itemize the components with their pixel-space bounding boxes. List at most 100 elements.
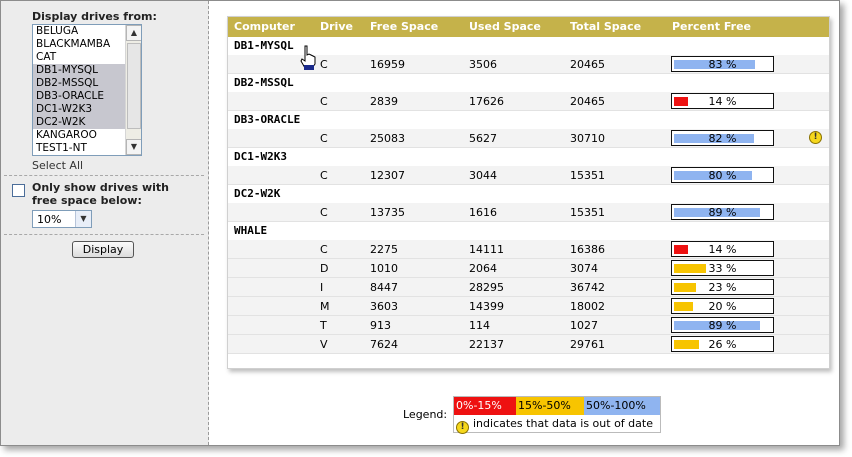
computer-name: DC1-W2K3 [234, 150, 287, 163]
table-row[interactable]: D 1010 2064 3074 33 % [228, 259, 829, 278]
table-row[interactable]: T 913 114 1027 89 % [228, 316, 829, 335]
table-row[interactable]: I 8447 28295 36742 23 % [228, 278, 829, 297]
cell-free-space: 12307 [370, 169, 405, 182]
cell-drive: D [320, 262, 329, 275]
percent-free-label: 82 % [708, 132, 737, 145]
cell-total-space: 36742 [570, 281, 605, 294]
header-computer[interactable]: Computer [234, 20, 295, 33]
computer-row[interactable]: DC1-W2K3 [228, 148, 829, 166]
cell-total-space: 3074 [570, 262, 598, 275]
header-used-space[interactable]: Used Space [469, 20, 541, 33]
computer-row[interactable]: DB1-MYSQL [228, 37, 829, 55]
percent-free-bar: 82 % [671, 130, 774, 146]
select-all-link[interactable]: Select All [32, 159, 83, 172]
server-option[interactable]: DB1-MYSQL [33, 64, 125, 77]
cell-total-space: 16386 [570, 243, 605, 256]
cell-used-space: 14111 [469, 243, 504, 256]
cell-used-space: 5627 [469, 132, 497, 145]
threshold-select[interactable]: 10% ▼ [32, 210, 92, 228]
legend-mid: 15%-50% [516, 397, 584, 415]
scroll-thumb[interactable] [127, 43, 141, 129]
table-row[interactable]: C 25083 5627 30710 82 %! [228, 129, 829, 148]
percent-free-label: 80 % [708, 169, 737, 182]
computer-name: DB1-MYSQL [234, 39, 294, 52]
cell-used-space: 28295 [469, 281, 504, 294]
cell-free-space: 3603 [370, 300, 398, 313]
server-option[interactable]: DB2-MSSQL [33, 77, 125, 90]
drive-space-table: Computer Drive Free Space Used Space Tot… [227, 16, 830, 369]
cell-free-space: 13735 [370, 206, 405, 219]
percent-free-bar: 89 % [671, 204, 774, 220]
percent-free-bar: 20 % [671, 298, 774, 314]
app-window: Display drives from: BELUGA BLACKMAMBA CAT… [0, 0, 840, 446]
legend-note-text: indicates that data is out of date [473, 417, 653, 430]
header-total-space[interactable]: Total Space [570, 20, 641, 33]
cell-free-space: 16959 [370, 58, 405, 71]
threshold-value: 10% [37, 213, 62, 226]
table-row[interactable]: C 13735 1616 15351 89 % [228, 203, 829, 222]
computer-name: DB3-ORACLE [234, 113, 301, 126]
server-option[interactable]: DC1-W2K3 [33, 103, 125, 116]
cell-free-space: 2275 [370, 243, 398, 256]
cell-total-space: 30710 [570, 132, 605, 145]
cell-free-space: 1010 [370, 262, 398, 275]
percent-free-label: 26 % [708, 338, 737, 351]
server-option[interactable]: DB3-ORACLE [33, 90, 125, 103]
cell-total-space: 29761 [570, 338, 605, 351]
computer-row[interactable]: DB2-MSSQL [228, 74, 829, 92]
percent-free-bar: 80 % [671, 167, 774, 183]
computer-row[interactable]: DC2-W2K [228, 185, 829, 203]
percent-free-bar: 83 % [671, 56, 774, 72]
server-option[interactable]: BLACKMAMBA [33, 38, 125, 51]
server-option[interactable]: BELUGA [33, 25, 125, 38]
server-option[interactable]: TEST1-NT [33, 142, 125, 155]
cell-used-space: 3506 [469, 58, 497, 71]
legend-label: Legend: [403, 408, 448, 421]
percent-free-label: 23 % [708, 281, 737, 294]
table-header: Computer Drive Free Space Used Space Tot… [228, 17, 829, 37]
table-row[interactable]: C 2275 14111 16386 14 % [228, 240, 829, 259]
cell-drive: C [320, 243, 328, 256]
percent-free-bar: 14 % [671, 93, 774, 109]
cell-used-space: 3044 [469, 169, 497, 182]
table-row[interactable]: M 3603 14399 18002 20 % [228, 297, 829, 316]
scroll-down-icon[interactable]: ▼ [126, 139, 141, 155]
cell-drive: C [320, 95, 328, 108]
chevron-down-icon[interactable]: ▼ [75, 211, 91, 227]
cell-drive: C [320, 132, 328, 145]
computer-name: DB2-MSSQL [234, 76, 294, 89]
cell-free-space: 8447 [370, 281, 398, 294]
cell-drive: I [320, 281, 324, 294]
legend: 0%-15% 15%-50% 50%-100% ! indicates that … [453, 396, 661, 434]
cell-free-space: 913 [370, 319, 391, 332]
only-show-checkbox[interactable] [12, 184, 25, 197]
listbox-scrollbar[interactable]: ▲ ▼ [125, 25, 141, 155]
computer-row[interactable]: WHALE [228, 222, 829, 240]
server-option[interactable]: CAT [33, 51, 125, 64]
cell-total-space: 1027 [570, 319, 598, 332]
cell-drive: V [320, 338, 328, 351]
table-row[interactable]: C 2839 17626 20465 14 % [228, 92, 829, 111]
header-percent-free[interactable]: Percent Free [672, 20, 751, 33]
cell-free-space: 7624 [370, 338, 398, 351]
header-free-space[interactable]: Free Space [370, 20, 438, 33]
cell-used-space: 1616 [469, 206, 497, 219]
computer-row[interactable]: DB3-ORACLE [228, 111, 829, 129]
percent-free-label: 14 % [708, 243, 737, 256]
cell-used-space: 17626 [469, 95, 504, 108]
table-row[interactable]: C 12307 3044 15351 80 % [228, 166, 829, 185]
display-button[interactable]: Display [72, 241, 134, 258]
server-option[interactable]: KANGAROO [33, 129, 125, 142]
header-drive[interactable]: Drive [320, 20, 353, 33]
cell-total-space: 15351 [570, 206, 605, 219]
table-row[interactable]: C 16959 3506 20465 83 % [228, 55, 829, 74]
table-row[interactable]: V 7624 22137 29761 26 % [228, 335, 829, 354]
only-show-label: Only show drives with free space below: [32, 181, 169, 207]
scroll-up-icon[interactable]: ▲ [126, 25, 141, 41]
percent-free-label: 33 % [708, 262, 737, 275]
server-option[interactable]: DC2-W2K [33, 116, 125, 129]
warning-icon: ! [456, 421, 469, 434]
server-listbox[interactable]: BELUGA BLACKMAMBA CAT DB1-MYSQL DB2-MSSQL DB3… [32, 24, 142, 156]
percent-free-bar: 14 % [671, 241, 774, 257]
cell-drive: T [320, 319, 327, 332]
